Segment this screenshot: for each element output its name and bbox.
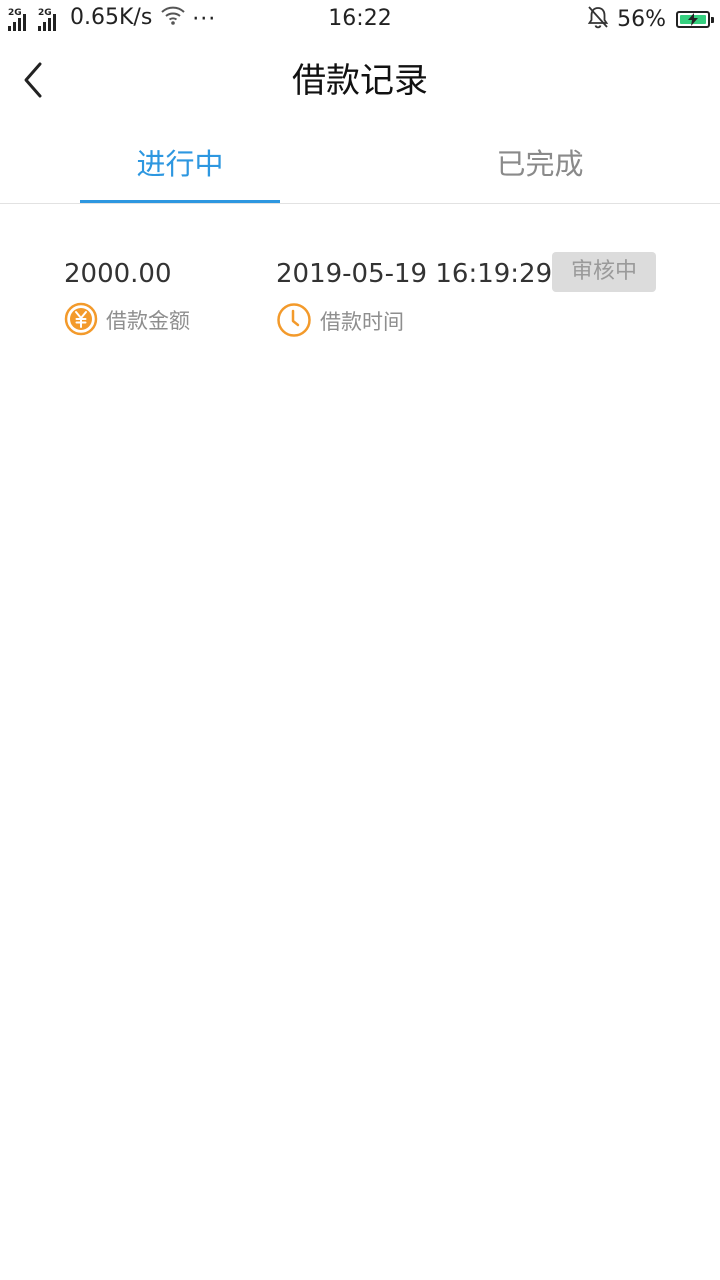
tab-bar: 进行中 已完成 [0,124,720,204]
loan-amount-label-group: 借款金额 [64,302,190,340]
status-badge: 审核中 [552,252,656,292]
status-bar-right: 56% [587,5,714,33]
loan-amount-label: 借款金额 [106,309,190,333]
battery-charging-icon [676,10,714,28]
loan-time-value: 2019-05-19 16:19:29 [276,259,553,289]
page-title: 借款记录 [292,61,428,101]
tab-in-progress[interactable]: 进行中 [0,124,360,203]
clock-icon [276,302,312,342]
status-bar: 2G 2G 0.65K/s ··· 16:22 56% [0,0,720,38]
tab-completed[interactable]: 已完成 [360,124,720,203]
loan-time-label: 借款时间 [320,310,404,334]
tab-active-indicator [80,200,280,203]
yuan-coin-icon [64,302,98,340]
bell-muted-icon [587,5,609,33]
loan-amount-value: 2000.00 [64,259,172,289]
list-item[interactable]: 2000.00 借款金额 2019-05-19 16:19:29 借款时间 审核… [0,244,720,354]
loan-time-label-group: 借款时间 [276,302,404,342]
nav-header: 借款记录 [0,38,720,124]
battery-percent: 56% [617,6,666,32]
